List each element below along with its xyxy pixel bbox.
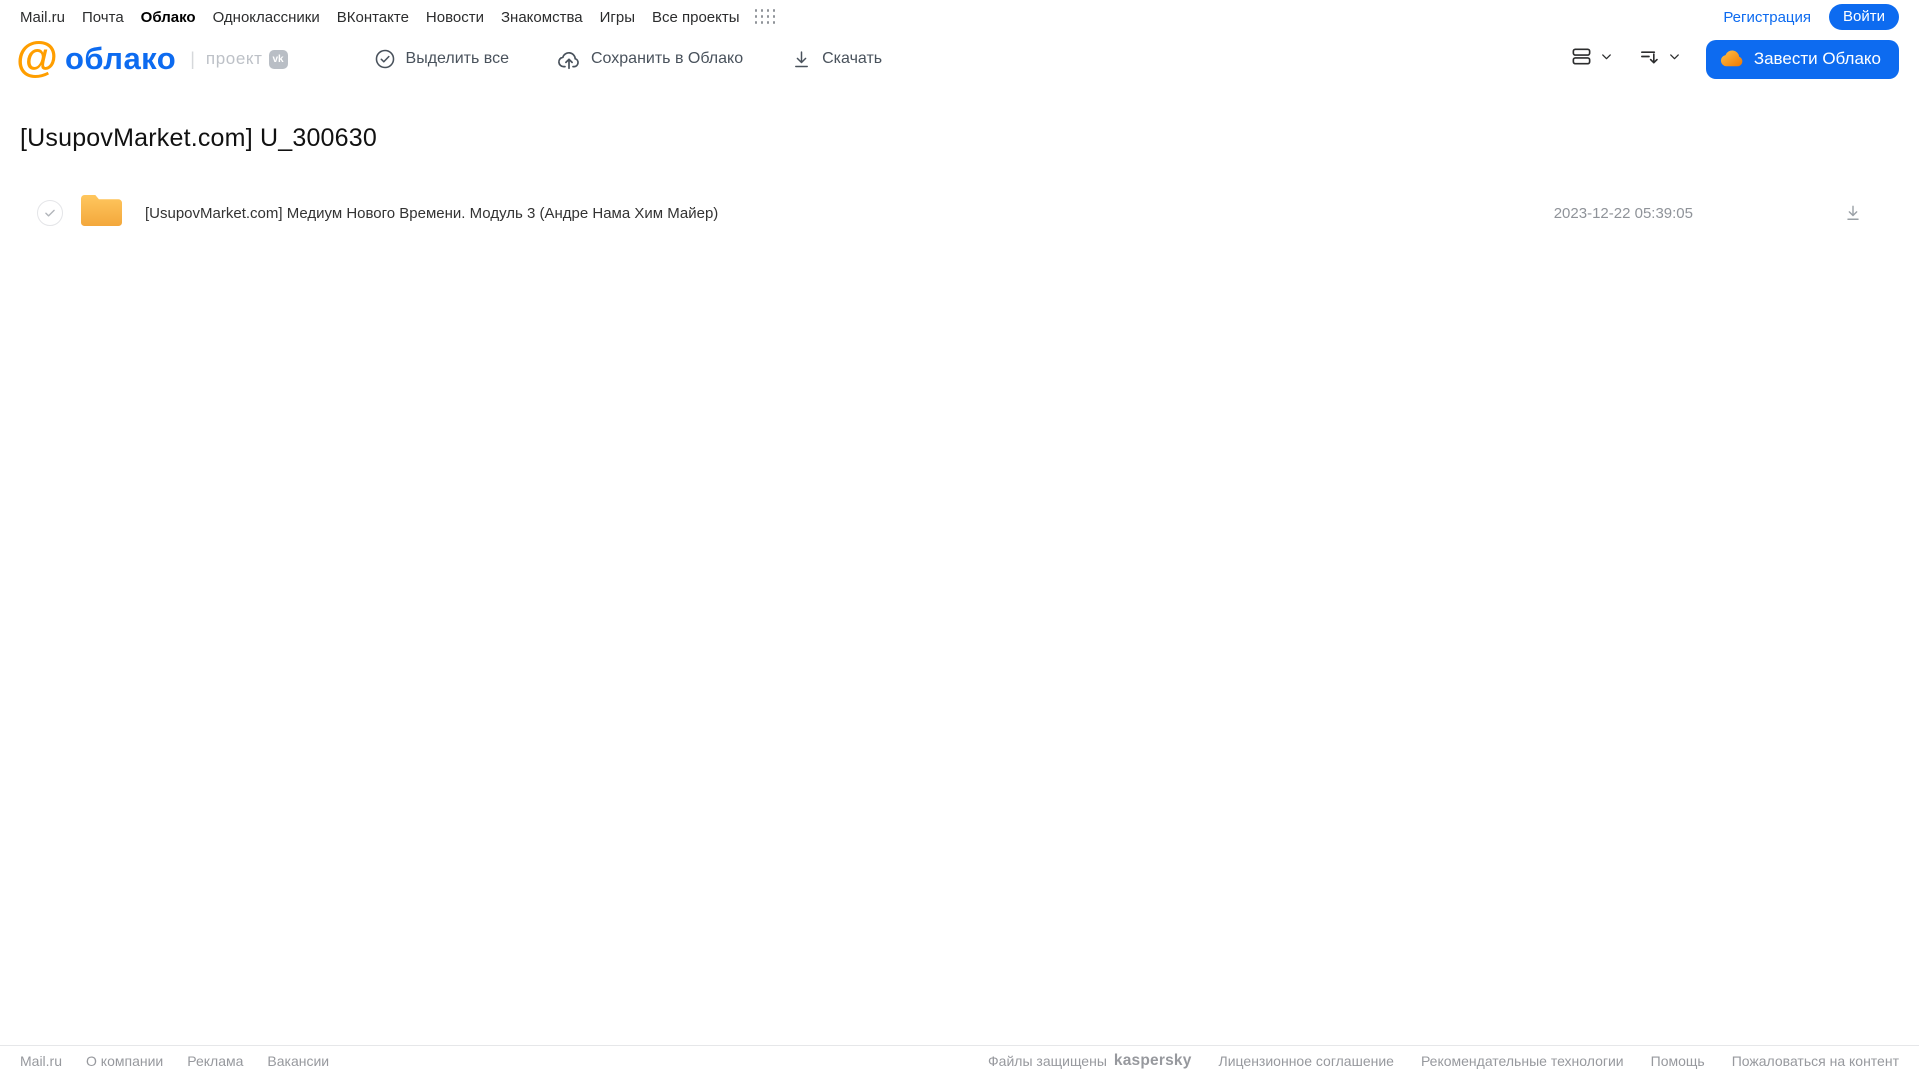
footer-link-recommendations[interactable]: Рекомендательные технологии xyxy=(1421,1053,1624,1069)
portal-link-znakomstva[interactable]: Знакомства xyxy=(501,9,583,26)
mailru-at-icon: @ xyxy=(16,32,58,81)
footer-link-jobs[interactable]: Вакансии xyxy=(267,1053,329,1069)
chevron-down-icon xyxy=(1667,49,1682,69)
portal-link-vse-proekty[interactable]: Все проекты xyxy=(652,9,740,26)
get-cloud-label: Завести Облако xyxy=(1753,48,1881,68)
check-circle-icon xyxy=(374,48,396,70)
download-icon xyxy=(791,49,812,70)
footer-link-about[interactable]: О компании xyxy=(86,1053,163,1069)
main-content: [UsupovMarket.com] U_300630 [UsupovMarke… xyxy=(0,124,1919,237)
view-mode-control[interactable] xyxy=(1570,45,1614,73)
footer-link-help[interactable]: Помощь xyxy=(1651,1053,1705,1069)
file-toolbar: Выделить все Сохранить в Облако Скачать xyxy=(374,48,882,70)
portal-link-igry[interactable]: Игры xyxy=(600,9,635,26)
project-label: проект xyxy=(205,49,263,68)
portal-link-oblako[interactable]: Облако xyxy=(141,9,196,26)
save-to-cloud-button[interactable]: Сохранить в Облако xyxy=(557,48,743,70)
cloud-logo-text: облако xyxy=(64,41,177,76)
sort-icon xyxy=(1638,45,1661,73)
sort-control[interactable] xyxy=(1638,45,1682,73)
kaspersky-logo[interactable]: kaspersky xyxy=(1114,1052,1192,1070)
view-list-icon xyxy=(1570,45,1593,73)
download-label: Скачать xyxy=(822,50,883,67)
file-date: 2023-12-22 05:39:05 xyxy=(1553,204,1693,222)
footer-left-links: Mail.ru О компании Реклама Вакансии xyxy=(20,1053,329,1069)
cloud-icon xyxy=(1720,50,1744,67)
footer-link-report[interactable]: Пожаловаться на контент xyxy=(1732,1053,1899,1069)
all-projects-grid-icon[interactable] xyxy=(754,9,777,25)
file-name-link[interactable]: [UsupovMarket.com] Медиум Нового Времени… xyxy=(145,205,718,222)
portal-topbar: Mail.ru Почта Облако Одноклассники ВКонт… xyxy=(0,0,1919,32)
select-all-button[interactable]: Выделить все xyxy=(374,48,509,70)
cloud-logo[interactable]: @ облако | проект vk xyxy=(16,35,288,79)
folder-icon xyxy=(79,192,124,234)
portal-link-pochta[interactable]: Почта xyxy=(82,9,124,26)
logo-divider: | xyxy=(190,48,195,69)
portal-auth: Регистрация Войти xyxy=(1723,4,1899,30)
vk-logo-icon: vk xyxy=(268,49,288,69)
check-icon xyxy=(45,209,55,217)
footer-link-license[interactable]: Лицензионное соглашение xyxy=(1219,1053,1394,1069)
portal-link-odnoklassniki[interactable]: Одноклассники xyxy=(213,9,320,26)
footer-right-links: Файлы защищены kaspersky Лицензионное со… xyxy=(988,1052,1899,1070)
row-checkbox[interactable] xyxy=(37,200,63,226)
cloud-upload-icon xyxy=(557,48,581,70)
chevron-down-icon xyxy=(1599,49,1614,69)
registration-link[interactable]: Регистрация xyxy=(1723,9,1811,26)
portal-link-vkontakte[interactable]: ВКонтакте xyxy=(337,9,409,26)
page-title: [UsupovMarket.com] U_300630 xyxy=(20,124,377,152)
portal-links: Mail.ru Почта Облако Одноклассники ВКонт… xyxy=(20,9,777,26)
cloud-header: @ облако | проект vk Выделить все Сохран… xyxy=(0,32,1919,96)
login-button[interactable]: Войти xyxy=(1829,4,1899,30)
footer-link-mailru[interactable]: Mail.ru xyxy=(20,1053,62,1069)
protected-label: Файлы защищены xyxy=(988,1053,1107,1069)
save-to-cloud-label: Сохранить в Облако xyxy=(591,50,744,67)
portal-link-mailru[interactable]: Mail.ru xyxy=(20,9,65,26)
download-button[interactable]: Скачать xyxy=(791,49,882,70)
page-footer: Mail.ru О компании Реклама Вакансии Файл… xyxy=(0,1045,1919,1079)
file-row[interactable]: [UsupovMarket.com] Медиум Нового Времени… xyxy=(20,189,1899,237)
footer-link-ads[interactable]: Реклама xyxy=(187,1053,243,1069)
portal-link-novosti[interactable]: Новости xyxy=(426,9,484,26)
kaspersky-protection: Файлы защищены kaspersky xyxy=(988,1052,1192,1070)
row-download-icon[interactable] xyxy=(1843,203,1863,223)
get-cloud-button[interactable]: Завести Облако xyxy=(1705,39,1899,79)
select-all-label: Выделить все xyxy=(405,50,509,67)
